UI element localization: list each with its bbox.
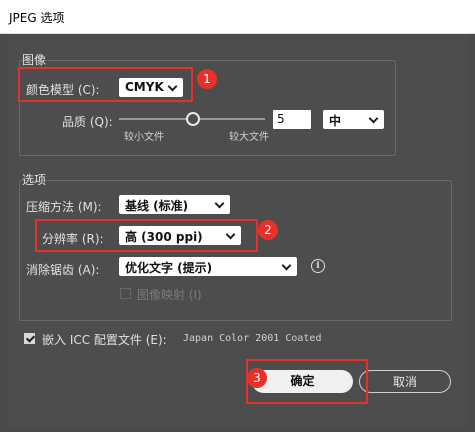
highlight-resolution — [35, 219, 258, 252]
annotation-badge-3: 3 — [247, 368, 267, 388]
chevron-down-icon — [281, 260, 292, 271]
image-map-label: 图像映射 (I) — [137, 288, 202, 302]
annotation-badge-2: 2 — [258, 220, 278, 240]
quality-max-label: 较大文件 — [229, 132, 269, 143]
image-group-title: 图像 — [22, 53, 47, 67]
compression-value: 基线 (标准) — [125, 199, 189, 213]
cancel-button[interactable]: 取消 — [359, 370, 451, 393]
highlight-color-model — [18, 67, 193, 102]
compression-dropdown[interactable]: 基线 (标准) — [119, 195, 230, 214]
image-map-checkbox[interactable] — [120, 288, 131, 299]
chevron-down-icon — [368, 113, 379, 124]
annotation-badge-1: 1 — [197, 69, 217, 89]
antialias-dropdown[interactable]: 优化文字 (提示) — [119, 257, 297, 276]
embed-icc-checkbox[interactable] — [24, 333, 35, 344]
icc-profile-name: Japan Color 2001 Coated — [183, 333, 322, 344]
info-icon[interactable]: i — [311, 259, 325, 273]
quality-number-input[interactable]: 5 — [273, 110, 311, 129]
antialias-label: 消除锯齿 (A): — [26, 263, 100, 277]
embed-icc-label: 嵌入 ICC 配置文件 (E): — [42, 333, 167, 347]
quality-min-label: 较小文件 — [124, 132, 164, 143]
chevron-down-icon — [214, 198, 225, 209]
options-group-title: 选项 — [22, 173, 47, 187]
quality-label: 品质 (Q): — [62, 115, 113, 129]
title-bar: JPEG 选项 — [0, 0, 475, 34]
compression-label: 压缩方法 (M): — [26, 200, 102, 214]
quality-level-dropdown[interactable]: 中 — [323, 110, 384, 129]
quality-slider-thumb[interactable] — [186, 112, 200, 126]
antialias-value: 优化文字 (提示) — [125, 261, 213, 275]
quality-level-value: 中 — [329, 114, 342, 128]
window-title: JPEG 选项 — [9, 11, 65, 25]
